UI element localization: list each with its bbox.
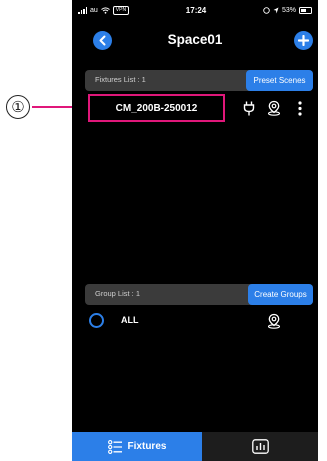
plug-icon[interactable] (240, 99, 258, 117)
tab-fixtures[interactable]: Fixtures (72, 432, 202, 461)
group-list-header: Group List : 1 Create Groups (85, 284, 313, 305)
location-pin-icon[interactable] (265, 99, 283, 117)
battery-icon (299, 6, 312, 14)
add-button[interactable] (294, 31, 313, 50)
fixtures-list-label: Fixtures List : 1 (95, 75, 146, 84)
tab-bar: Fixtures (72, 432, 318, 461)
signal-icon (78, 6, 87, 14)
plus-icon (298, 35, 309, 46)
status-bar: au VPN 17:24 53% (72, 2, 318, 18)
battery-percent: 53% (281, 6, 296, 14)
location-pin-icon[interactable] (265, 312, 283, 330)
tab-chart[interactable] (202, 432, 318, 461)
create-groups-button[interactable]: Create Groups (248, 284, 313, 305)
preset-scenes-button[interactable]: Preset Scenes (246, 70, 313, 91)
group-radio[interactable] (89, 313, 104, 328)
fixtures-list-header: Fixtures List : 1 Preset Scenes (85, 70, 313, 91)
bar-chart-icon (251, 439, 269, 454)
fixture-name[interactable]: CM_200B-250012 (88, 94, 225, 122)
page-title: Space01 (167, 32, 223, 47)
vpn-badge: VPN (112, 5, 130, 15)
group-list-label: Group List : 1 (95, 289, 141, 298)
phone-screen: au VPN 17:24 53% Space01 Fixtures List:… (72, 0, 318, 461)
more-vertical-icon[interactable] (291, 99, 309, 117)
alarm-icon (263, 6, 270, 14)
group-name: ALL (121, 315, 139, 325)
callout-annotation: ① (6, 92, 84, 122)
tab-fixtures-label: Fixtures (127, 441, 167, 452)
callout-number: ① (6, 95, 30, 119)
list-item[interactable]: CM_200B-250012 (85, 94, 313, 122)
list-icon (107, 439, 122, 454)
list-item[interactable]: ALL (85, 310, 313, 332)
nav-bar: Space01 (72, 26, 318, 56)
wifi-icon (100, 6, 110, 14)
location-arrow-icon (273, 7, 279, 13)
status-time: 17:24 (185, 5, 207, 15)
carrier-label: au (90, 6, 98, 14)
